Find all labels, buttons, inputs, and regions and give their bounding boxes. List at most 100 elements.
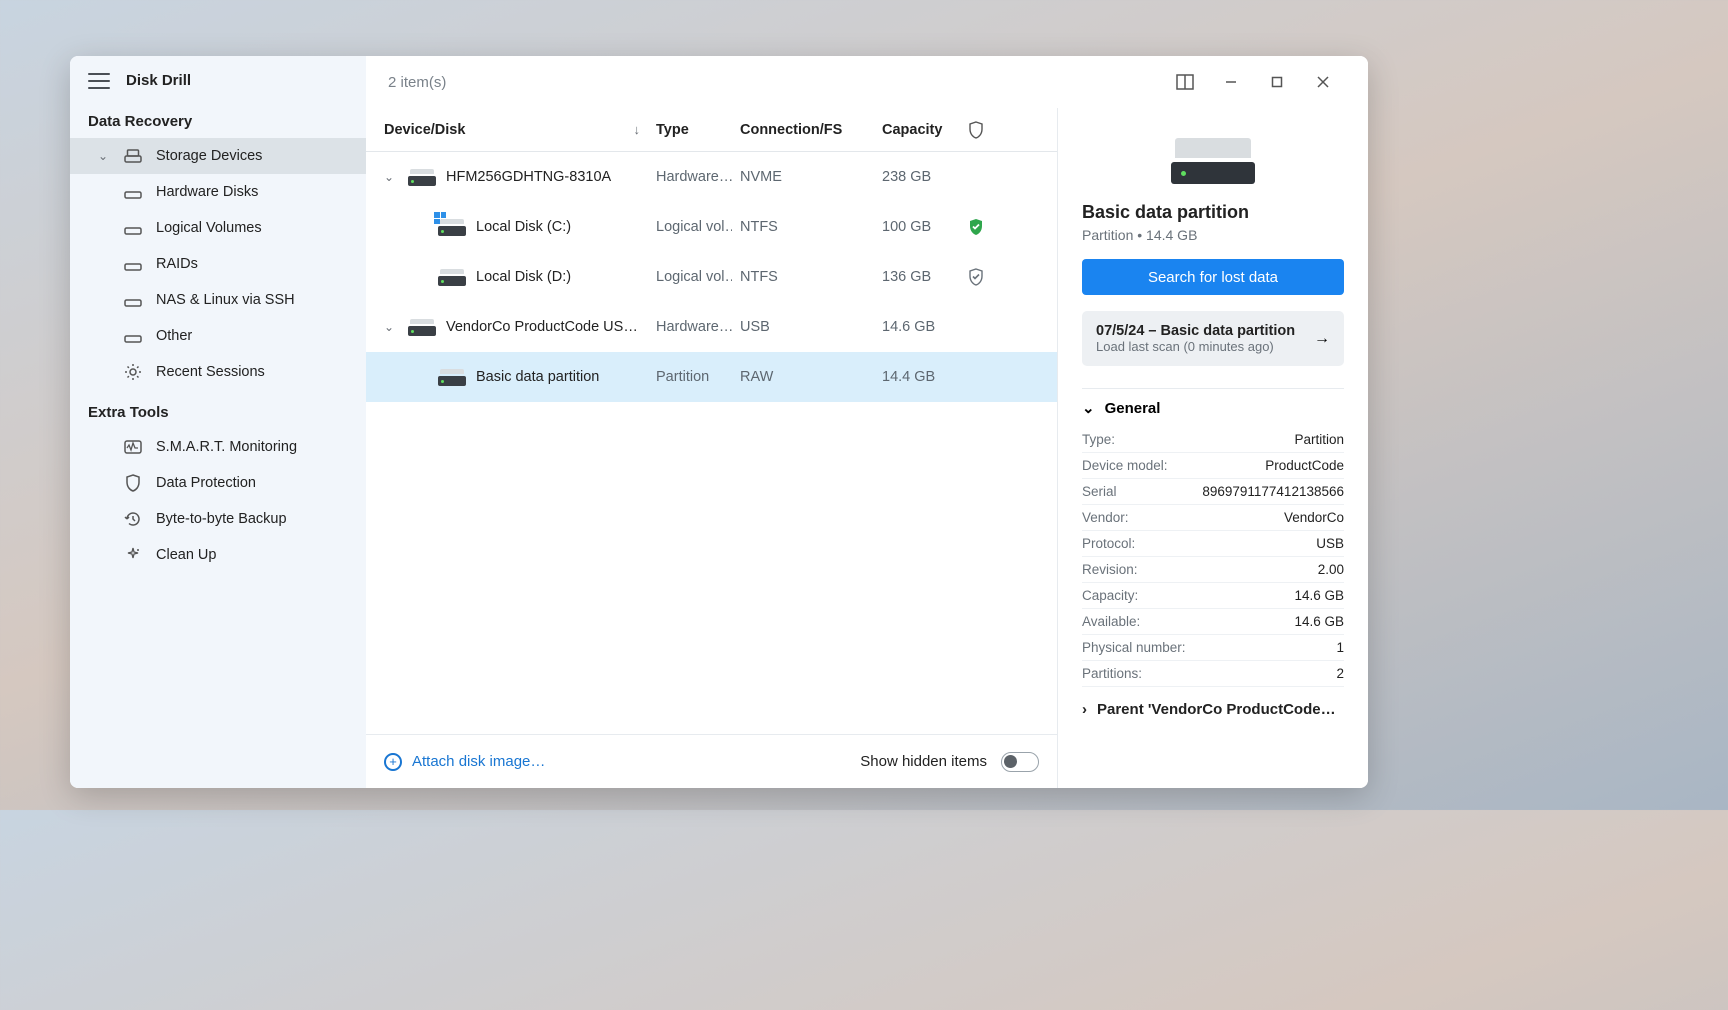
device-name: Local Disk (C:) <box>476 219 640 235</box>
sidebar-item-label: S.M.A.R.T. Monitoring <box>156 439 297 455</box>
sidebar-item-label: Hardware Disks <box>156 184 258 200</box>
general-row: Available:14.6 GB <box>1082 609 1344 635</box>
sidebar-item-recent-sessions[interactable]: Recent Sessions <box>70 354 366 390</box>
col-type[interactable]: Type <box>648 122 732 138</box>
plus-circle-icon: + <box>384 753 402 771</box>
main: 2 item(s) Device/Disk↓ Type Connection/F… <box>366 56 1368 788</box>
details-title: Basic data partition <box>1058 202 1368 223</box>
general-row: Revision:2.00 <box>1082 557 1344 583</box>
sort-arrow-icon: ↓ <box>634 122 641 137</box>
device-name: VendorCo ProductCode US… <box>446 319 640 335</box>
chevron-down-icon[interactable]: ⌄ <box>384 170 398 184</box>
show-hidden-label: Show hidden items <box>860 753 987 770</box>
device-name: Basic data partition <box>476 369 640 385</box>
section-extra-tools: Extra Tools <box>70 396 366 429</box>
app-title: Disk Drill <box>126 72 191 89</box>
monitor-icon <box>124 438 142 456</box>
sidebar-item-label: Logical Volumes <box>156 220 262 236</box>
sidebar-item-smart[interactable]: S.M.A.R.T. Monitoring <box>70 429 366 465</box>
history-icon <box>124 510 142 528</box>
drive-icon <box>124 147 142 165</box>
sidebar-item-label: Clean Up <box>156 547 216 563</box>
details-panel: Basic data partition Partition • 14.4 GB… <box>1058 108 1368 788</box>
general-row: Partitions:2 <box>1082 661 1344 687</box>
details-subtitle: Partition • 14.4 GB <box>1058 223 1368 259</box>
chevron-down-icon[interactable]: ⌄ <box>384 320 398 334</box>
search-lost-data-button[interactable]: Search for lost data <box>1082 259 1344 295</box>
center-footer: + Attach disk image… Show hidden items <box>366 734 1057 788</box>
sidebar-item-clean-up[interactable]: Clean Up <box>70 537 366 573</box>
sidebar-header: Disk Drill <box>70 56 366 105</box>
sidebar-item-label: Other <box>156 328 192 344</box>
close-button[interactable] <box>1300 66 1346 98</box>
table-row[interactable]: Local Disk (C:) Logical vol… NTFS 100 GB <box>366 202 1057 252</box>
general-row: Vendor:VendorCo <box>1082 505 1344 531</box>
topbar: 2 item(s) <box>366 56 1368 108</box>
parent-section-header[interactable]: › Parent 'VendorCo ProductCode… <box>1082 687 1344 720</box>
device-name: Local Disk (D:) <box>476 269 640 285</box>
minimize-button[interactable] <box>1208 66 1254 98</box>
chevron-down-icon: ⌄ <box>1082 399 1095 417</box>
sidebar-item-storage-devices[interactable]: ⌄ Storage Devices <box>70 138 366 174</box>
arrow-right-icon: → <box>1314 330 1330 348</box>
disk-icon <box>438 268 466 286</box>
sidebar-item-label: NAS & Linux via SSH <box>156 292 295 308</box>
sidebar-item-hardware-disks[interactable]: Hardware Disks <box>70 174 366 210</box>
hamburger-icon[interactable] <box>88 73 110 89</box>
disk-icon <box>408 168 436 186</box>
general-row: Serial8969791177412138566 <box>1082 479 1344 505</box>
bookmark-icon[interactable] <box>1162 66 1208 98</box>
general-row: Physical number:1 <box>1082 635 1344 661</box>
drive-illustration <box>1171 132 1255 184</box>
general-row: Type:Partition <box>1082 427 1344 453</box>
table-row[interactable]: ⌄ HFM256GDHTNG-8310A Hardware… NVME 238 … <box>366 152 1057 202</box>
sidebar-item-label: Recent Sessions <box>156 364 265 380</box>
disk-icon <box>438 218 466 236</box>
sparkle-icon <box>124 546 142 564</box>
last-session-card[interactable]: 07/5/24 – Basic data partition Load last… <box>1082 311 1344 366</box>
app-window: Disk Drill Data Recovery ⌄ Storage Devic… <box>70 56 1368 788</box>
shield-icon <box>124 474 142 492</box>
show-hidden-toggle[interactable] <box>1001 752 1039 772</box>
section-data-recovery: Data Recovery <box>70 105 366 138</box>
general-row: Protocol:USB <box>1082 531 1344 557</box>
sidebar-item-nas-linux[interactable]: NAS & Linux via SSH <box>70 282 366 318</box>
drive-icon <box>124 291 142 309</box>
chevron-right-icon: › <box>1082 701 1087 718</box>
table-row[interactable]: Basic data partition Partition RAW 14.4 … <box>366 352 1057 402</box>
sidebar-item-label: RAIDs <box>156 256 198 272</box>
general-section-header[interactable]: ⌄ General <box>1082 388 1344 427</box>
general-row: Capacity:14.6 GB <box>1082 583 1344 609</box>
sidebar-item-label: Byte-to-byte Backup <box>156 511 287 527</box>
sidebar-item-byte-backup[interactable]: Byte-to-byte Backup <box>70 501 366 537</box>
chevron-down-icon: ⌄ <box>98 149 110 163</box>
sidebar: Disk Drill Data Recovery ⌄ Storage Devic… <box>70 56 366 788</box>
shield-ok-icon <box>960 218 992 236</box>
maximize-button[interactable] <box>1254 66 1300 98</box>
session-title: 07/5/24 – Basic data partition <box>1096 323 1304 339</box>
sidebar-item-raids[interactable]: RAIDs <box>70 246 366 282</box>
table-row[interactable]: ⌄ VendorCo ProductCode US… Hardware… USB… <box>366 302 1057 352</box>
col-protection[interactable] <box>960 121 992 139</box>
table-header: Device/Disk↓ Type Connection/FS Capacity <box>366 108 1057 152</box>
drive-icon <box>124 183 142 201</box>
col-capacity[interactable]: Capacity <box>874 122 960 138</box>
attach-disk-image[interactable]: + Attach disk image… <box>384 753 545 771</box>
disk-icon <box>408 318 436 336</box>
disk-icon <box>438 368 466 386</box>
device-name: HFM256GDHTNG-8310A <box>446 169 640 185</box>
sidebar-item-other[interactable]: Other <box>70 318 366 354</box>
table-row[interactable]: Local Disk (D:) Logical vol… NTFS 136 GB <box>366 252 1057 302</box>
session-subtitle: Load last scan (0 minutes ago) <box>1096 339 1304 354</box>
drive-icon <box>124 255 142 273</box>
col-device[interactable]: Device/Disk↓ <box>376 122 648 138</box>
sidebar-item-data-protection[interactable]: Data Protection <box>70 465 366 501</box>
col-connection[interactable]: Connection/FS <box>732 122 874 138</box>
drive-icon <box>124 219 142 237</box>
shield-outline-icon <box>960 268 992 286</box>
item-count: 2 item(s) <box>388 74 446 91</box>
drive-icon <box>124 327 142 345</box>
general-row: Device model:ProductCode <box>1082 453 1344 479</box>
sidebar-item-logical-volumes[interactable]: Logical Volumes <box>70 210 366 246</box>
gear-icon <box>124 363 142 381</box>
